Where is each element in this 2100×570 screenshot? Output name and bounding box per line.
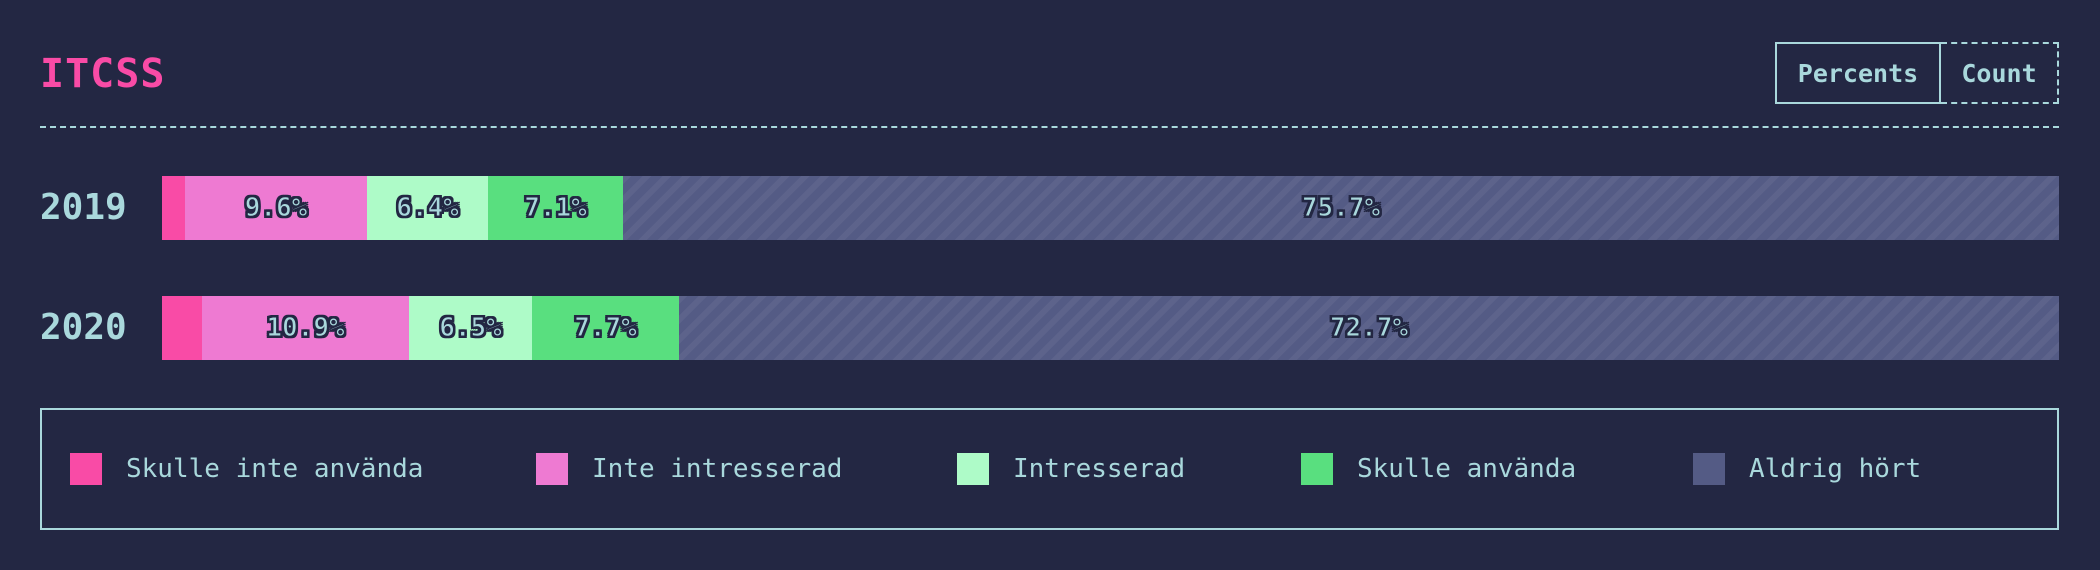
legend-item[interactable]: Skulle använda (1301, 410, 1576, 528)
bar-segment[interactable]: 6.5% (409, 296, 532, 360)
legend-swatch (957, 453, 989, 485)
year-label: 2020 (40, 307, 127, 348)
legend-swatch (1301, 453, 1333, 485)
segment-value-label: 72.7% (1329, 313, 1409, 344)
legend-label: Inte intresserad (592, 454, 843, 484)
count-button[interactable]: Count (1941, 42, 2059, 104)
chart-title: ITCSS (40, 51, 166, 97)
legend-label: Skulle inte använda (126, 454, 424, 484)
legend-item[interactable]: Aldrig hört (1693, 410, 1921, 528)
segment-value-label: 6.4% (396, 193, 460, 224)
legend-swatch (70, 453, 102, 485)
stacked-bar: 9.6% 6.4% 7.1% 75.7% (162, 176, 2059, 240)
percents-button[interactable]: Percents (1775, 42, 1941, 104)
bar-segment[interactable]: 10.9% (202, 296, 409, 360)
legend-swatch (1693, 453, 1725, 485)
header-divider (40, 126, 2059, 128)
segment-value-label: 9.6% (244, 193, 308, 224)
legend-label: Intresserad (1013, 454, 1186, 484)
segment-value-label: 6.5% (439, 313, 503, 344)
legend-item[interactable]: Intresserad (957, 410, 1185, 528)
bar-segment[interactable] (162, 296, 202, 360)
legend-swatch (536, 453, 568, 485)
segment-value-label: 7.1% (524, 193, 588, 224)
bar-segment[interactable]: 9.6% (185, 176, 367, 240)
legend: Skulle inte använda Inte intresserad Intre… (40, 408, 2059, 530)
legend-item[interactable]: Inte intresserad (536, 410, 842, 528)
legend-label: Skulle använda (1357, 454, 1577, 484)
stacked-bar: 10.9% 6.5% 7.7% 72.7% (162, 296, 2059, 360)
year-label: 2019 (40, 187, 127, 228)
chart-panel: ITCSS Percents Count 2019 9.6% 6.4% 7.1% 75.… (0, 0, 2100, 570)
bar-segment[interactable]: 7.7% (532, 296, 679, 360)
legend-item[interactable]: Skulle inte använda (70, 410, 423, 528)
bar-segment[interactable]: 72.7% (679, 296, 2059, 360)
bar-segment[interactable]: 75.7% (623, 176, 2059, 240)
segment-value-label: 7.7% (574, 313, 638, 344)
legend-label: Aldrig hört (1749, 454, 1922, 484)
bar-segment[interactable] (162, 176, 185, 240)
bar-segment[interactable]: 6.4% (367, 176, 488, 240)
bar-segment[interactable]: 7.1% (488, 176, 623, 240)
segment-value-label: 10.9% (266, 313, 345, 344)
unit-toggle: Percents Count (1775, 42, 2059, 104)
segment-value-label: 75.7% (1301, 193, 1381, 224)
